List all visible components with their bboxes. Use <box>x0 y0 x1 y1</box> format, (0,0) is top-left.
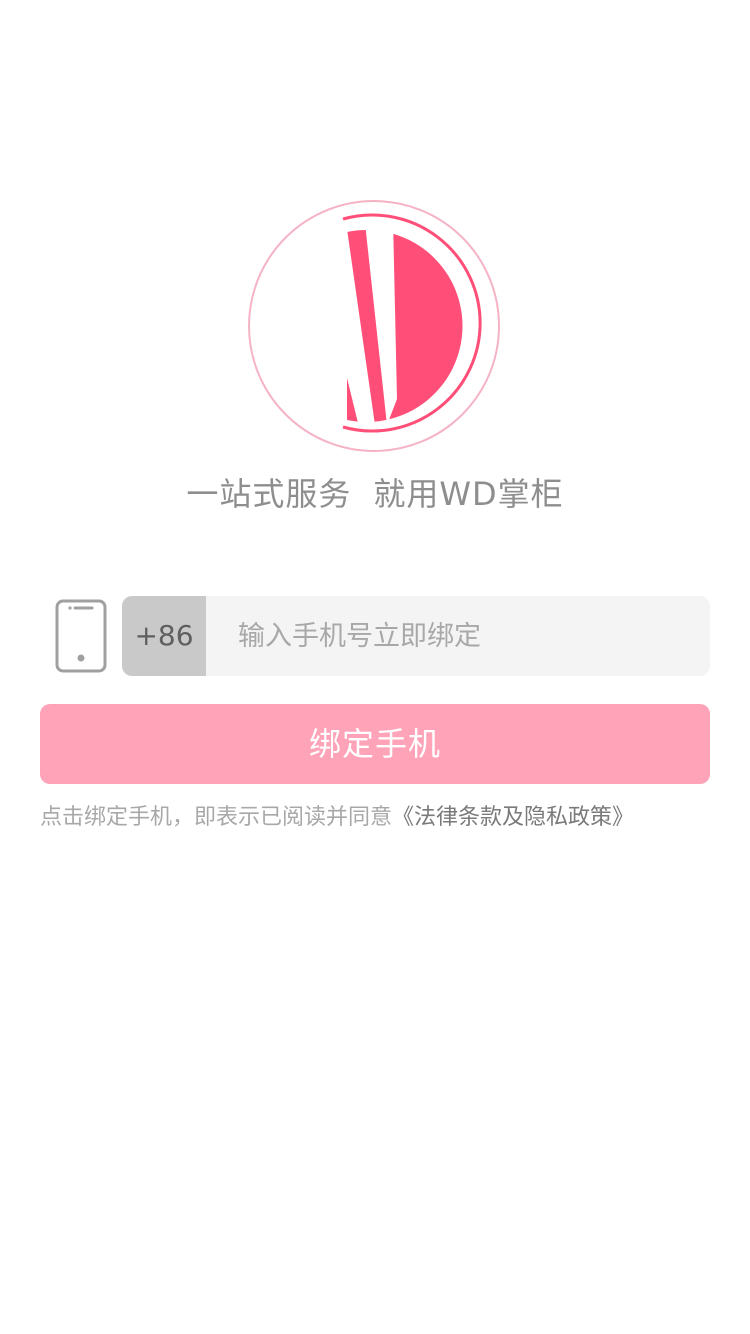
slogan-part-1: 一站式服务 <box>186 475 352 513</box>
legal-privacy-policy-link[interactable]: 《法律条款及隐私政策》 <box>392 805 634 830</box>
slogan-part-2: 就用WD掌柜 <box>373 475 564 513</box>
slogan: 一站式服务 就用WD掌柜 <box>0 468 750 520</box>
phone-input-row: +86 <box>122 596 710 676</box>
bind-phone-button[interactable]: 绑定手机 <box>40 704 710 784</box>
bind-phone-page: 一站式服务就用WD掌柜 +86 绑定手机 点击绑定手机，即表示已阅读并同意《法律… <box>0 0 750 1334</box>
agreement-text: 点击绑定手机，即表示已阅读并同意 <box>40 805 393 830</box>
country-code-selector[interactable]: +86 <box>122 596 206 676</box>
agreement-notice: 点击绑定手机，即表示已阅读并同意《法律条款及隐私政策》 <box>40 800 730 836</box>
wd-logo <box>248 200 500 452</box>
mobile-phone-icon <box>55 599 107 673</box>
phone-number-input[interactable] <box>206 596 710 676</box>
